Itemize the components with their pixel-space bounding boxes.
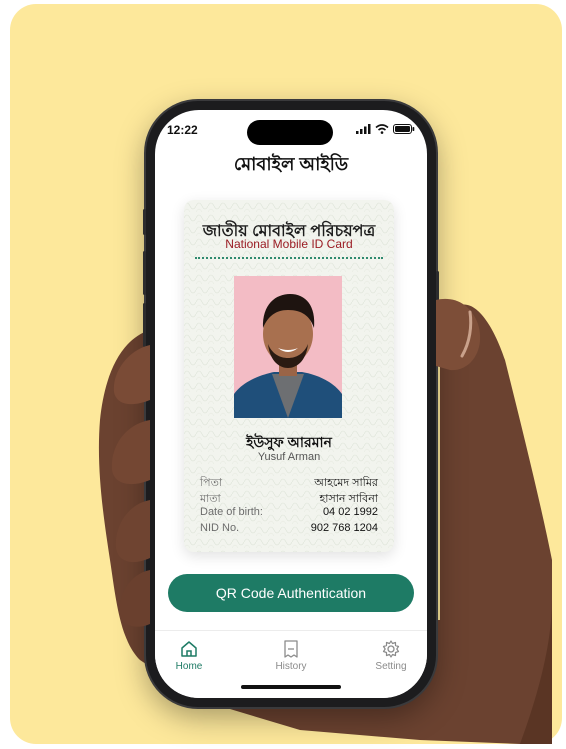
qr-authentication-button[interactable]: QR Code Authentication xyxy=(168,574,414,612)
nid-value: 902 768 1204 xyxy=(310,522,378,534)
volume-up-button xyxy=(143,251,146,295)
status-time: 12:22 xyxy=(167,123,198,137)
dob-value: 04 02 1992 xyxy=(322,506,378,518)
info-row-father: পিতা আহমেদ সামির xyxy=(200,474,378,490)
page-title: মোবাইল আইডি xyxy=(233,154,349,174)
card-divider xyxy=(195,257,383,262)
person-portrait xyxy=(234,276,342,418)
tab-setting[interactable]: Setting xyxy=(361,639,421,672)
home-indicator xyxy=(241,685,341,689)
signal-icon xyxy=(356,124,371,134)
battery-icon xyxy=(393,124,415,134)
tab-history[interactable]: History xyxy=(261,639,321,672)
info-row-nid: NID No. 902 768 1204 xyxy=(200,522,378,538)
tab-home-label: Home xyxy=(175,661,203,672)
tab-home[interactable]: Home xyxy=(159,639,219,672)
home-icon xyxy=(181,641,197,657)
volume-down-button xyxy=(143,303,146,347)
gear-icon xyxy=(382,640,400,658)
card-title-english: National Mobile ID Card xyxy=(225,237,353,251)
status-bar: 12:22 xyxy=(155,110,427,146)
nid-label: NID No. xyxy=(200,522,240,534)
profile-photo xyxy=(234,276,342,418)
dob-label: Date of birth: xyxy=(200,506,263,518)
holder-name-english: Yusuf Arman xyxy=(257,451,321,463)
dynamic-island xyxy=(247,120,333,145)
phone-frame: 12:22 মোবাইল আইডি জাতীয় মোবাইল পরিচয়পত… xyxy=(143,101,439,707)
action-button xyxy=(143,209,146,235)
tab-history-label: History xyxy=(275,661,307,672)
status-icons xyxy=(356,124,415,134)
wifi-icon xyxy=(375,124,389,134)
power-button xyxy=(436,271,439,333)
info-row-mother: মাতা হাসান সাবিনা xyxy=(200,490,378,506)
tab-setting-label: Setting xyxy=(375,661,407,672)
history-icon xyxy=(284,640,298,658)
info-row-dob: Date of birth: 04 02 1992 xyxy=(200,506,378,522)
id-card: জাতীয় মোবাইল পরিচয়পত্র National Mobile… xyxy=(184,200,394,552)
phone-screen: 12:22 মোবাইল আইডি জাতীয় মোবাইল পরিচয়পত… xyxy=(155,110,427,698)
